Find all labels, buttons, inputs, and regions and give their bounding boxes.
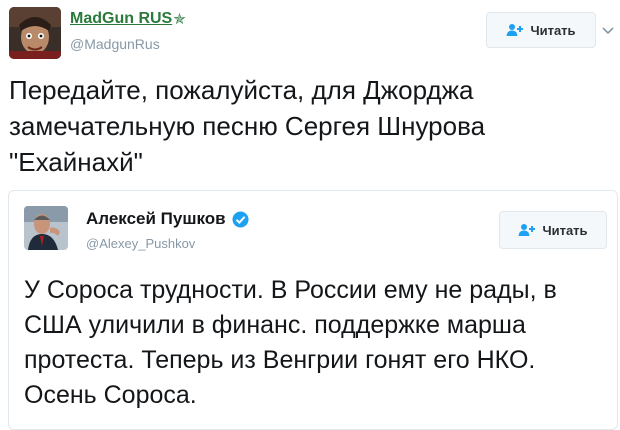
verified-badge-icon — [232, 211, 249, 227]
quoted-author-avatar[interactable] — [24, 206, 68, 250]
follow-button-label: Читать — [530, 22, 576, 38]
quoted-tweet[interactable]: Алексей Пушков @Alexey_Pushkov Читать У … — [8, 190, 618, 430]
add-user-icon — [506, 24, 524, 36]
follow-button[interactable]: Читать — [486, 12, 596, 48]
add-user-icon — [518, 224, 536, 236]
author-handle[interactable]: @MadgunRus — [70, 36, 160, 52]
tweet-menu-button[interactable] — [602, 22, 614, 40]
quoted-author-name[interactable]: Алексей Пушков — [86, 209, 226, 229]
follow-button-label: Читать — [542, 222, 588, 238]
avatar-image — [24, 206, 68, 250]
chevron-down-icon — [602, 27, 614, 35]
author-avatar[interactable] — [9, 7, 61, 59]
quoted-author-handle[interactable]: @Alexey_Pushkov — [86, 236, 195, 251]
author-name[interactable]: MadGun RUS — [70, 10, 172, 28]
follow-button-quoted[interactable]: Читать — [499, 211, 607, 249]
star-icon: ✯ — [173, 11, 186, 28]
tweet-text: Передайте, пожалуйста, для Джорджа замеч… — [9, 75, 486, 177]
quoted-tweet-text: У Сороса трудности. В России ему не рады… — [24, 276, 557, 409]
quoted-author-name-row: Алексей Пушков — [86, 209, 249, 229]
avatar-image — [9, 7, 61, 59]
author-name-row: MadGun RUS ✯ — [70, 10, 186, 28]
